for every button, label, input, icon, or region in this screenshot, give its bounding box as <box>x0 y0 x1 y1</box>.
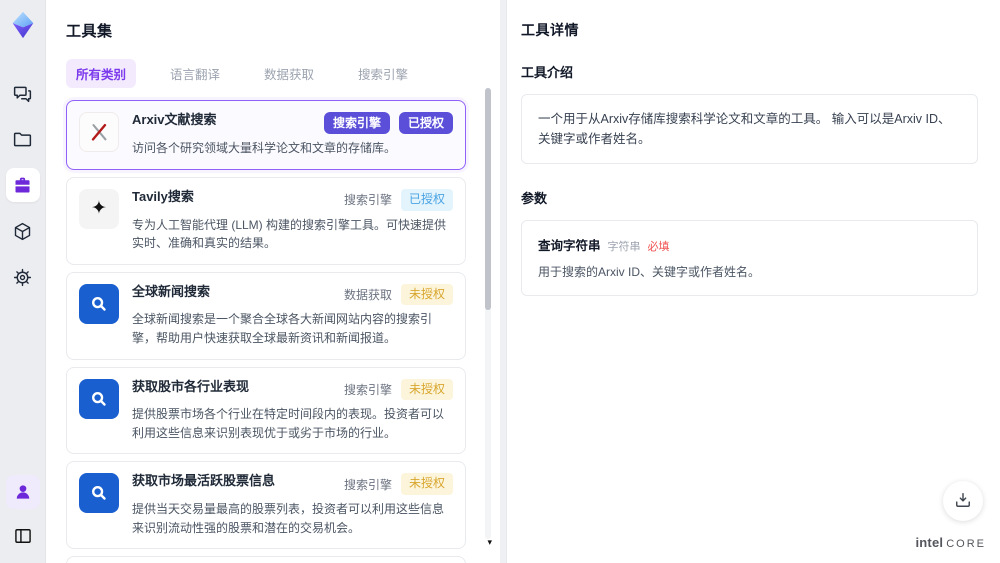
tool-detail-pane: 工具详情 工具介绍 一个用于从Arxiv存储库搜索科学论文和文章的工具。 输入可… <box>506 0 1000 563</box>
rail-nav <box>5 76 40 294</box>
tool-desc: 提供股票市场各个行业在特定时间段内的表现。投资者可以利用这些信息来识别表现优于或… <box>132 407 445 440</box>
tool-list-pane: 工具集 所有类别 语言翻译 数据获取 搜索引擎 Arxiv文献搜索 搜索引擎 已… <box>46 0 500 563</box>
param-desc: 用于搜索的Arxiv ID、关键字或作者姓名。 <box>538 265 761 279</box>
brand-intel: intel <box>915 535 944 550</box>
tool-desc: 访问各个研究领域大量科学论文和文章的存储库。 <box>132 141 397 156</box>
rail-bottom <box>5 475 40 553</box>
tavily-star-icon: ✦ <box>79 188 119 229</box>
tool-card-tavily[interactable]: ✦ Tavily搜索 搜索引擎 已授权 专为人工智能代理 (LLM) 构建的搜索… <box>66 176 466 265</box>
params-heading: 参数 <box>521 191 548 206</box>
param-type: 字符串 <box>607 241 641 253</box>
stock-search-icon <box>79 473 119 514</box>
list-scrollbar[interactable] <box>485 88 491 539</box>
auth-badge: 未授权 <box>400 283 453 306</box>
tool-card-regional-news[interactable]: 万维地区新闻查询 搜索引擎 未授权 查询具体行政区划内的新闻，快速了解各地新闻动 <box>66 556 466 563</box>
tool-name: 获取股市各行业表现 <box>132 378 250 394</box>
page-title: 工具集 <box>66 23 113 40</box>
brand-core: CORE <box>946 538 986 550</box>
tool-name: 全球新闻搜索 <box>132 283 211 299</box>
tab-all-categories[interactable]: 所有类别 <box>66 59 137 88</box>
param-required-badge: 必填 <box>647 241 670 253</box>
auth-badge: 未授权 <box>400 378 453 401</box>
chat-icon[interactable] <box>6 76 40 110</box>
tool-desc: 专为人工智能代理 (LLM) 构建的搜索引擎工具。可快速提供实时、准确和真实的结… <box>132 217 447 251</box>
tool-card-arxiv[interactable]: Arxiv文献搜索 搜索引擎 已授权 访问各个研究领域大量科学论文和文章的存储库… <box>66 100 466 170</box>
stock-search-icon <box>79 378 119 419</box>
param-card: 查询字符串 字符串 必填 用于搜索的Arxiv ID、关键字或作者姓名。 <box>521 220 978 296</box>
news-search-icon <box>79 283 119 324</box>
gear-icon[interactable] <box>6 260 40 294</box>
download-button[interactable] <box>943 481 983 521</box>
nav-rail <box>0 0 46 563</box>
cube-icon[interactable] <box>6 214 40 248</box>
auth-badge: 未授权 <box>400 473 453 495</box>
app-logo[interactable] <box>6 8 40 42</box>
panel-icon[interactable] <box>6 519 40 553</box>
app-window: 工具集 所有类别 语言翻译 数据获取 搜索引擎 Arxiv文献搜索 搜索引擎 已… <box>0 0 1000 563</box>
category-label: 数据获取 <box>343 288 392 303</box>
category-badge: 搜索引擎 <box>323 112 390 135</box>
intro-heading: 工具介绍 <box>521 65 574 80</box>
download-icon <box>953 490 973 513</box>
scroll-down-icon[interactable]: ▾ <box>487 538 492 547</box>
tool-name: 获取市场最活跃股票信息 <box>132 473 276 489</box>
tool-card-most-active-stocks[interactable]: 获取市场最活跃股票信息 搜索引擎 未授权 提供当天交易量最高的股票列表，投资者可… <box>66 461 466 550</box>
toolbox-icon[interactable] <box>5 168 40 202</box>
intel-core-logo: intel CORE <box>915 535 986 550</box>
tab-data-acquisition[interactable]: 数据获取 <box>254 59 324 88</box>
tool-card-sector-performance[interactable]: 获取股市各行业表现 搜索引擎 未授权 提供股票市场各个行业在特定时间段内的表现。… <box>66 366 466 455</box>
intro-text: 一个用于从Arxiv存储库搜索科学论文和文章的工具。 输入可以是Arxiv ID… <box>521 94 978 164</box>
tab-language-translation[interactable]: 语言翻译 <box>160 59 230 88</box>
tool-desc: 提供当天交易量最高的股票列表，投资者可以利用这些信息来识别流动性强的股票和潜在的… <box>132 501 445 535</box>
tab-search-engine[interactable]: 搜索引擎 <box>348 59 418 88</box>
param-name: 查询字符串 <box>538 239 601 253</box>
auth-badge: 已授权 <box>398 112 453 135</box>
detail-title: 工具详情 <box>521 22 579 38</box>
category-label: 搜索引擎 <box>343 382 392 397</box>
user-icon[interactable] <box>5 475 40 509</box>
category-label: 搜索引擎 <box>343 477 392 492</box>
category-tabs: 所有类别 语言翻译 数据获取 搜索引擎 <box>66 59 476 88</box>
category-label: 搜索引擎 <box>343 193 392 208</box>
tool-name: Arxiv文献搜索 <box>132 112 217 127</box>
folder-icon[interactable] <box>6 122 40 156</box>
tool-name: Tavily搜索 <box>132 188 194 204</box>
scrollbar-thumb[interactable] <box>485 88 491 310</box>
tool-desc: 全球新闻搜索是一个聚合全球各大新闻网站内容的搜索引擎，帮助用户快速获取全球最新资… <box>132 312 433 345</box>
auth-badge: 已授权 <box>400 188 453 211</box>
arxiv-icon <box>79 112 119 152</box>
tool-card-global-news[interactable]: 全球新闻搜索 数据获取 未授权 全球新闻搜索是一个聚合全球各大新闻网站内容的搜索… <box>66 271 466 360</box>
tool-card-list: Arxiv文献搜索 搜索引擎 已授权 访问各个研究领域大量科学论文和文章的存储库… <box>66 100 476 563</box>
